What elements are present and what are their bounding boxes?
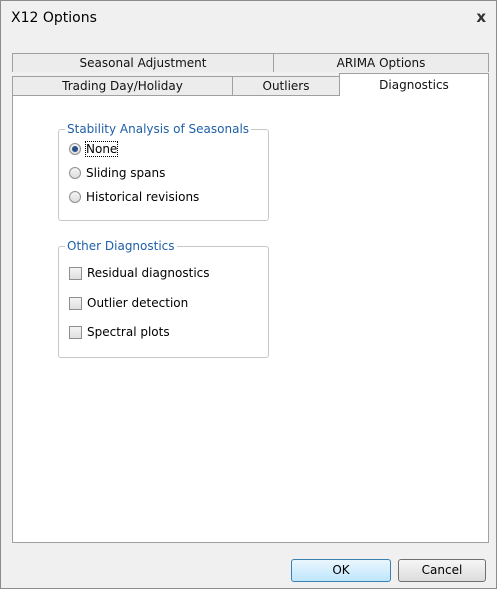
tab-outliers[interactable]: Outliers — [232, 76, 340, 95]
tab-arima-options[interactable]: ARIMA Options — [273, 53, 489, 72]
checkbox-label-outlier-detection: Outlier detection — [87, 296, 189, 310]
other-diagnostics-legend: Other Diagnostics — [65, 239, 177, 253]
other-diagnostics-group: Other Diagnostics Residual diagnostics O… — [58, 239, 269, 358]
diagnostics-panel: Stability Analysis of Seasonals None Sli… — [12, 95, 489, 543]
radio-sliding-spans[interactable]: Sliding spans — [69, 164, 165, 182]
radio-none[interactable]: None — [69, 140, 119, 158]
checkbox-label-residual-diagnostics: Residual diagnostics — [87, 266, 210, 280]
tab-seasonal-adjustment[interactable]: Seasonal Adjustment — [12, 53, 274, 72]
radio-button-selected[interactable] — [69, 143, 81, 155]
checkbox[interactable] — [69, 266, 82, 280]
radio-label-historical-revisions: Historical revisions — [86, 190, 200, 204]
tab-trading-day-holiday[interactable]: Trading Day/Holiday — [12, 76, 233, 95]
close-icon[interactable]: x — [476, 8, 486, 26]
x12-options-dialog: X12 Options x Seasonal Adjustment ARIMA … — [0, 0, 497, 589]
checkbox-spectral-plots[interactable]: Spectral plots — [69, 323, 170, 341]
dialog-title: X12 Options — [11, 10, 97, 26]
cancel-button[interactable]: Cancel — [398, 559, 486, 582]
radio-label-sliding-spans: Sliding spans — [86, 166, 166, 180]
checkbox[interactable] — [69, 296, 82, 310]
checkbox-residual-diagnostics[interactable]: Residual diagnostics — [69, 264, 210, 282]
title-bar: X12 Options x — [1, 1, 496, 35]
radio-label-none: None — [84, 141, 119, 157]
stability-analysis-group: Stability Analysis of Seasonals None Sli… — [58, 122, 269, 221]
radio-historical-revisions[interactable]: Historical revisions — [69, 188, 199, 206]
stability-analysis-legend: Stability Analysis of Seasonals — [65, 122, 252, 136]
radio-button[interactable] — [69, 167, 81, 179]
checkbox-outlier-detection[interactable]: Outlier detection — [69, 294, 188, 312]
radio-button[interactable] — [69, 191, 81, 203]
checkbox-label-spectral-plots: Spectral plots — [87, 325, 170, 339]
tab-diagnostics[interactable]: Diagnostics — [339, 73, 489, 96]
ok-button[interactable]: OK — [291, 559, 391, 582]
checkbox[interactable] — [69, 325, 82, 339]
